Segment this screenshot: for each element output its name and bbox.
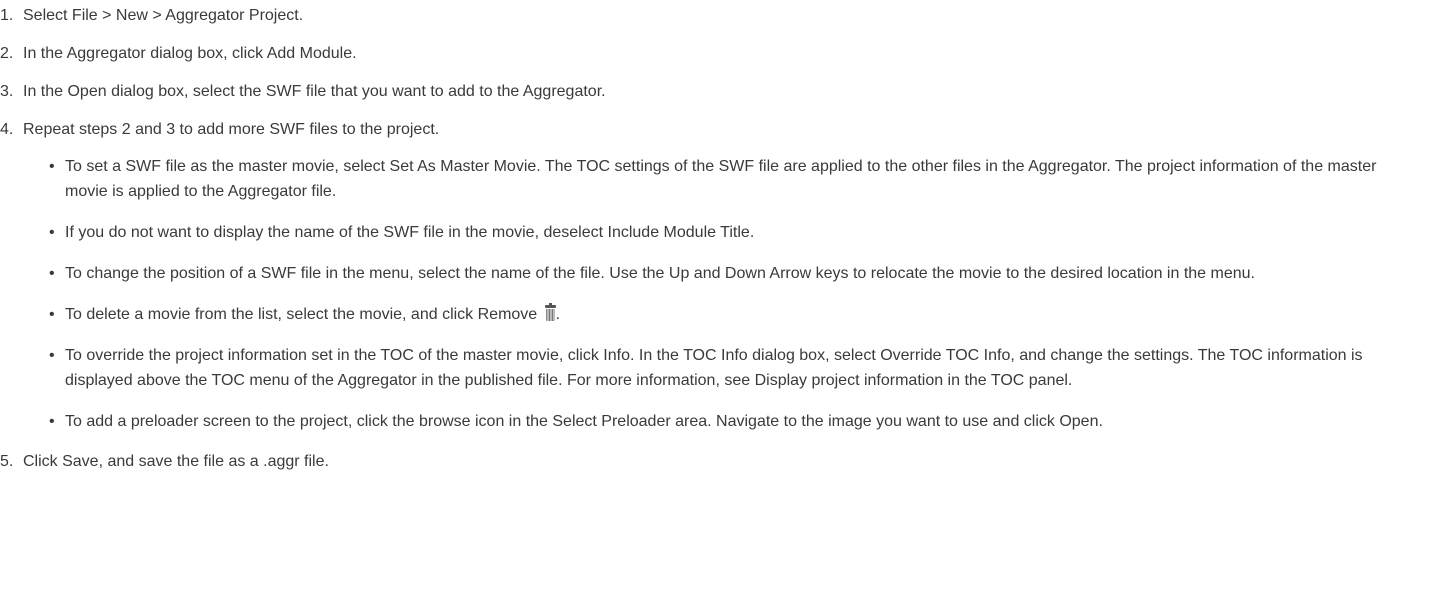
bullet-text: To override the project information set … bbox=[65, 347, 1363, 389]
bullet-text-end: . bbox=[555, 306, 561, 323]
bullet-dot: • bbox=[49, 158, 55, 175]
step-text: Select File > New > Aggregator Project. bbox=[23, 7, 304, 24]
step-item: 4. Repeat steps 2 and 3 to add more SWF … bbox=[0, 120, 1431, 434]
step-item: 3. In the Open dialog box, select the SW… bbox=[0, 82, 1431, 102]
step-item: 1. Select File > New > Aggregator Projec… bbox=[0, 6, 1431, 26]
bullet-text: To set a SWF file as the master movie, s… bbox=[65, 158, 1377, 200]
bullet-text: If you do not want to display the name o… bbox=[65, 224, 755, 241]
instructions-document: 1. Select File > New > Aggregator Projec… bbox=[0, 6, 1431, 490]
bullet-item: • To change the position of a SWF file i… bbox=[23, 261, 1431, 286]
bullet-dot: • bbox=[49, 347, 55, 364]
bullet-dot: • bbox=[49, 413, 55, 430]
bullet-item: • To set a SWF file as the master movie,… bbox=[23, 154, 1431, 204]
bullet-text: To delete a movie from the list, select … bbox=[65, 306, 542, 323]
bullet-dot: • bbox=[49, 224, 55, 241]
step-number: 5. bbox=[0, 453, 14, 470]
bullet-item: • To delete a movie from the list, selec… bbox=[23, 302, 1431, 327]
bullet-dot: • bbox=[49, 265, 55, 282]
step-number: 4. bbox=[0, 121, 14, 138]
trash-icon bbox=[544, 303, 556, 321]
bullet-item: • To override the project information se… bbox=[23, 343, 1431, 393]
step-number: 3. bbox=[0, 83, 14, 100]
step-number: 1. bbox=[0, 7, 14, 24]
bullet-dot: • bbox=[49, 306, 55, 323]
step-item: 5. Click Save, and save the file as a .a… bbox=[0, 452, 1431, 472]
bullet-item: • To add a preloader screen to the proje… bbox=[23, 409, 1431, 434]
bullet-text: To change the position of a SWF file in … bbox=[65, 265, 1255, 282]
step-text: Click Save, and save the file as a .aggr… bbox=[23, 453, 329, 470]
bullet-item: • If you do not want to display the name… bbox=[23, 220, 1431, 245]
step-number: 2. bbox=[0, 45, 14, 62]
bullet-text: To add a preloader screen to the project… bbox=[65, 413, 1103, 430]
step-text: Repeat steps 2 and 3 to add more SWF fil… bbox=[23, 121, 440, 138]
steps-list: 1. Select File > New > Aggregator Projec… bbox=[0, 6, 1431, 472]
step-item: 2. In the Aggregator dialog box, click A… bbox=[0, 44, 1431, 64]
step-text: In the Aggregator dialog box, click Add … bbox=[23, 45, 357, 62]
step-text: In the Open dialog box, select the SWF f… bbox=[23, 83, 606, 100]
substeps-list: • To set a SWF file as the master movie,… bbox=[23, 154, 1431, 434]
